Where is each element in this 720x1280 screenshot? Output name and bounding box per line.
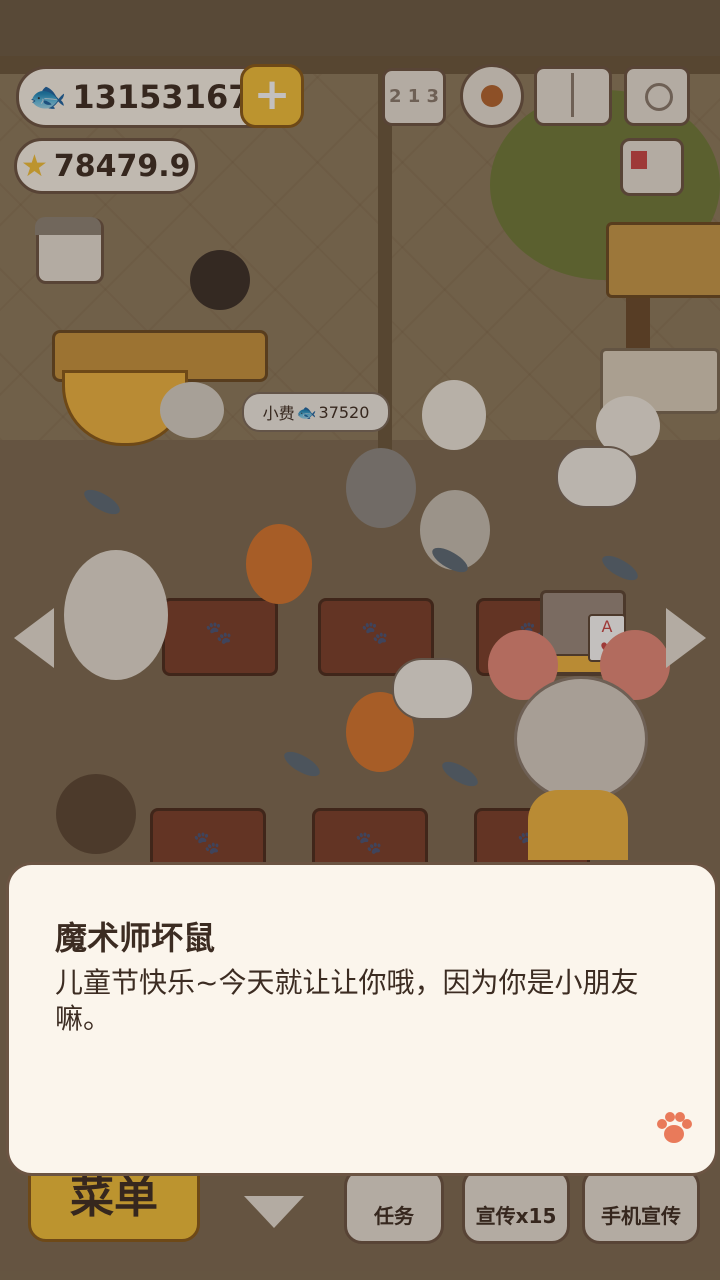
ranking-icon[interactable]: 2 1 3 [382, 68, 446, 126]
newspaper-photo [631, 151, 647, 169]
pug-customer[interactable] [422, 380, 486, 450]
menu-label: 菜单 [70, 1172, 158, 1223]
add-currency-button[interactable]: + [240, 64, 304, 128]
cafe-table[interactable] [162, 598, 278, 676]
camera-lens [645, 83, 673, 111]
promo-button[interactable]: 宣传x15 [462, 1168, 570, 1244]
paw-continue-icon[interactable] [655, 1109, 693, 1147]
shop-awning [35, 217, 101, 235]
speaker-name: 魔术师坏鼠 [55, 919, 216, 957]
star-amount: 78479.9 [53, 148, 191, 184]
task-label: 任务 [374, 1204, 414, 1228]
magician-rat-character: A♥ [488, 590, 670, 860]
gear-icon[interactable] [460, 64, 524, 128]
fish-icon: 🐟 [29, 79, 67, 115]
order-bubble-drink [556, 446, 638, 508]
arrow-left-button[interactable] [14, 608, 54, 668]
shop-icon[interactable] [35, 217, 104, 284]
hedgehog-customer[interactable] [56, 774, 136, 854]
task-button[interactable]: 任务 [344, 1168, 444, 1244]
sheep-customer[interactable] [160, 382, 224, 438]
fish-amount: 13153167 [72, 78, 251, 116]
tip-label: 小费 [262, 404, 295, 423]
plus-icon: + [253, 69, 291, 120]
camera-icon[interactable] [624, 66, 690, 126]
dialog-box[interactable]: 魔术师坏鼠 儿童节快乐~今天就让让你哦，因为你是小朋友嘛。 [6, 862, 718, 1176]
arrow-right-button[interactable] [666, 608, 706, 668]
dialog-text: 儿童节快乐~今天就让让你哦，因为你是小朋友嘛。 [55, 966, 639, 1035]
black-cat-chef [190, 250, 250, 310]
phone-promo-label: 手机宣传 [601, 1204, 681, 1228]
star-currency-bar: ★ 78479.9 [14, 138, 198, 194]
tip-amount: 37520 [318, 402, 370, 422]
wooden-sign [606, 222, 720, 298]
fox-customer[interactable] [246, 524, 312, 604]
phone-promo-button[interactable]: 手机宣传 [582, 1168, 700, 1244]
book-spine [571, 73, 574, 117]
ranking-glyph: 2 1 3 [388, 86, 440, 107]
tip-bubble[interactable]: 小费 🐟 37520 [242, 392, 390, 432]
dog-customer[interactable] [346, 448, 416, 528]
star-icon: ★ [21, 148, 48, 184]
promo-label: 宣传x15 [475, 1204, 557, 1228]
rat-body [528, 790, 628, 860]
rat-face [514, 676, 648, 802]
fluffy-cat-customer[interactable] [64, 550, 168, 680]
newspaper-icon[interactable] [620, 138, 684, 196]
order-bubble-skewer [392, 658, 474, 720]
fish-icon: 🐟 [296, 402, 317, 422]
gear-center [481, 85, 503, 107]
book-icon[interactable] [534, 66, 612, 126]
dropdown-chevron-icon[interactable] [244, 1196, 304, 1228]
